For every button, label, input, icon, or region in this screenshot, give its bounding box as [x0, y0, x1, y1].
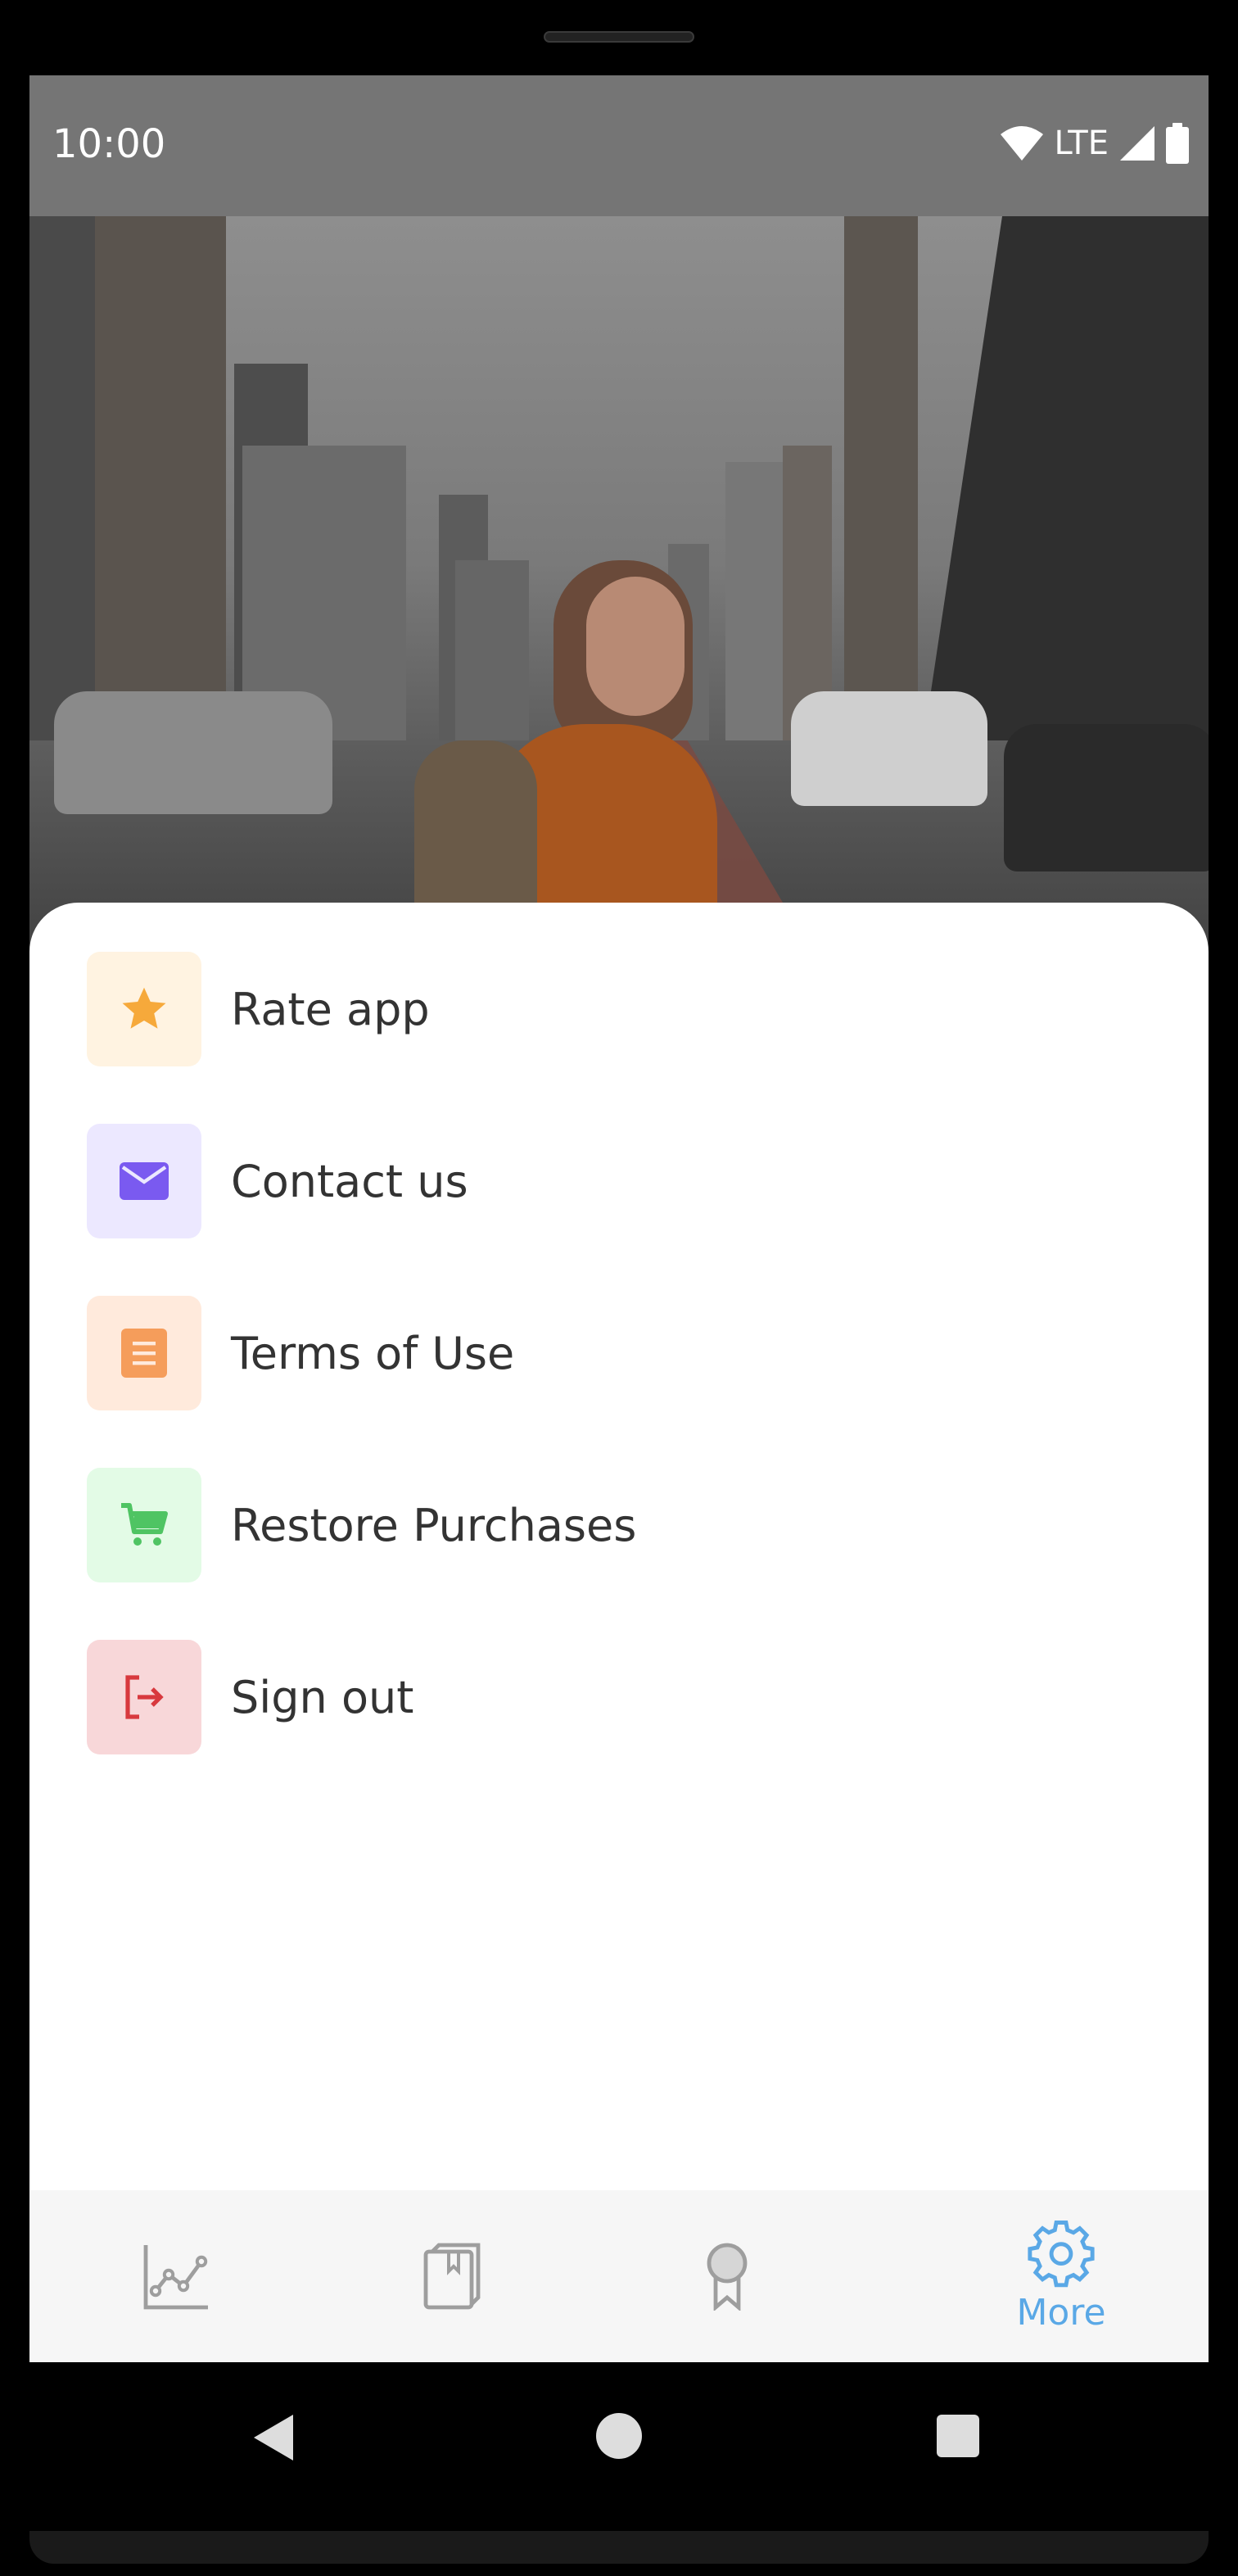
cell-signal-icon [1120, 126, 1154, 161]
status-icons: LTE [999, 123, 1189, 164]
menu-item-contact-us[interactable]: Contact us [87, 1124, 1151, 1238]
gear-icon [1028, 2220, 1095, 2287]
phone-speaker [544, 31, 694, 43]
status-bar: 10:00 LTE [29, 75, 1209, 216]
menu-item-terms-of-use[interactable]: Terms of Use [87, 1296, 1151, 1410]
menu-item-restore-purchases[interactable]: Restore Purchases [87, 1468, 1151, 1582]
cart-icon [121, 1503, 168, 1546]
sign-out-icon [125, 1675, 164, 1719]
network-type: LTE [1054, 124, 1109, 162]
mail-icon [120, 1162, 169, 1200]
phone-bottom-edge [29, 2531, 1209, 2564]
settings-sheet: Rate app Contact us Terms of Use Restore… [29, 903, 1209, 2197]
wifi-icon [1000, 126, 1043, 161]
app-screen: 10:00 LTE Rate app Contact us Terms of U… [29, 75, 1209, 2362]
sign-out-icon-tile [87, 1640, 201, 1754]
contact-us-icon-tile [87, 1124, 201, 1238]
phone-frame: 10:00 LTE Rate app Contact us Terms of U… [0, 0, 1238, 2576]
menu-item-label: Terms of Use [231, 1327, 515, 1379]
back-icon[interactable] [251, 2411, 296, 2464]
document-icon [121, 1329, 167, 1378]
menu-item-label: Sign out [231, 1671, 414, 1723]
recents-icon[interactable] [935, 2413, 981, 2459]
star-icon [122, 987, 166, 1029]
home-icon[interactable] [594, 2411, 644, 2461]
terms-icon-tile [87, 1296, 201, 1410]
rate-app-icon-tile [87, 952, 201, 1066]
menu-item-label: Contact us [231, 1155, 468, 1207]
nav-tab-progress[interactable] [29, 2190, 324, 2362]
menu-item-rate-app[interactable]: Rate app [87, 952, 1151, 1066]
chart-icon [143, 2245, 208, 2310]
nav-tab-achievements[interactable] [580, 2190, 874, 2362]
system-nav-bar [29, 2362, 1209, 2515]
status-time: 10:00 [52, 121, 166, 167]
award-icon [707, 2243, 748, 2311]
hero-image [29, 216, 1209, 986]
bottom-nav: More [29, 2190, 1209, 2362]
battery-icon [1166, 123, 1189, 164]
nav-tab-more[interactable]: More [914, 2190, 1209, 2362]
nav-tab-library[interactable] [305, 2190, 599, 2362]
nav-tab-more-label: More [1016, 2291, 1106, 2334]
menu-item-sign-out[interactable]: Sign out [87, 1640, 1151, 1754]
book-icon [423, 2243, 481, 2310]
menu-item-label: Rate app [231, 983, 430, 1035]
menu-item-label: Restore Purchases [231, 1499, 637, 1551]
restore-icon-tile [87, 1468, 201, 1582]
